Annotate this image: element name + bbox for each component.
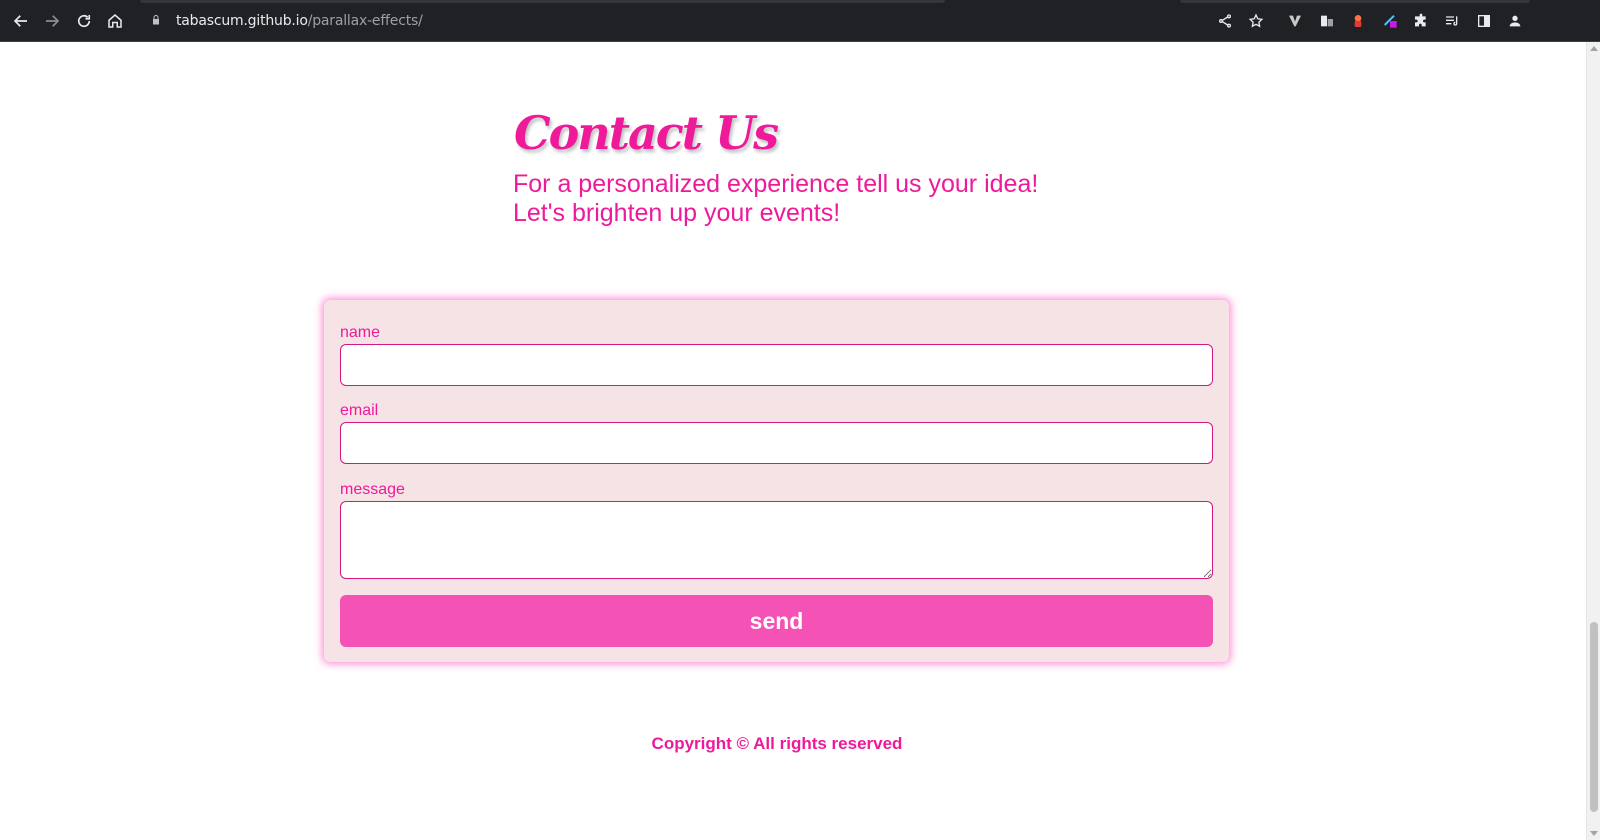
- copyright-text: Copyright © All rights reserved: [651, 734, 903, 753]
- name-input[interactable]: [340, 344, 1213, 386]
- scroll-up-arrow-icon[interactable]: [1590, 46, 1598, 51]
- scrollbar-thumb[interactable]: [1590, 622, 1598, 812]
- forward-arrow-icon[interactable]: [40, 9, 64, 33]
- url-host: tabascum.github.io: [176, 13, 308, 29]
- puzzle-extensions-icon[interactable]: [1412, 12, 1430, 30]
- reading-list-icon[interactable]: [1443, 12, 1461, 30]
- side-panel-icon[interactable]: [1475, 12, 1493, 30]
- email-input[interactable]: [340, 422, 1213, 464]
- star-icon[interactable]: [1247, 12, 1265, 30]
- subtitle-line-2: Let's brighten up your events!: [513, 199, 841, 227]
- home-icon[interactable]: [103, 9, 127, 33]
- back-arrow-icon[interactable]: [9, 9, 33, 33]
- address-bar[interactable]: tabascum.github.io/parallax-effects/: [140, 6, 1260, 36]
- message-textarea[interactable]: [340, 501, 1213, 579]
- translate-extension-icon[interactable]: [1318, 12, 1336, 30]
- contact-subtitle: For a personalized experience tell us yo…: [513, 170, 1038, 228]
- email-label: email: [340, 402, 379, 419]
- vertical-scrollbar[interactable]: [1586, 42, 1600, 840]
- reload-icon[interactable]: [72, 9, 96, 33]
- lock-icon: [150, 14, 164, 28]
- message-label: message: [340, 481, 405, 498]
- contact-title: Contact Us: [514, 106, 779, 160]
- red-extension-icon[interactable]: [1349, 12, 1367, 30]
- share-icon[interactable]: [1216, 12, 1234, 30]
- active-tab-edge: [140, 0, 945, 3]
- profile-icon[interactable]: [1506, 12, 1524, 30]
- colorful-extension-icon[interactable]: [1381, 12, 1399, 30]
- url-text: tabascum.github.io/parallax-effects/: [176, 13, 423, 29]
- tab-edge: [1180, 0, 1530, 3]
- send-button[interactable]: send: [340, 595, 1213, 647]
- url-path: /parallax-effects/: [307, 13, 423, 29]
- scroll-down-arrow-icon[interactable]: [1590, 831, 1598, 836]
- v-extension-icon[interactable]: [1286, 12, 1304, 30]
- contact-form: name email message send: [324, 300, 1229, 662]
- page-content: Contact Us For a personalized experience…: [0, 42, 1554, 840]
- subtitle-line-1: For a personalized experience tell us yo…: [513, 170, 1039, 198]
- name-label: name: [340, 324, 381, 341]
- browser-toolbar: tabascum.github.io/parallax-effects/: [0, 0, 1600, 42]
